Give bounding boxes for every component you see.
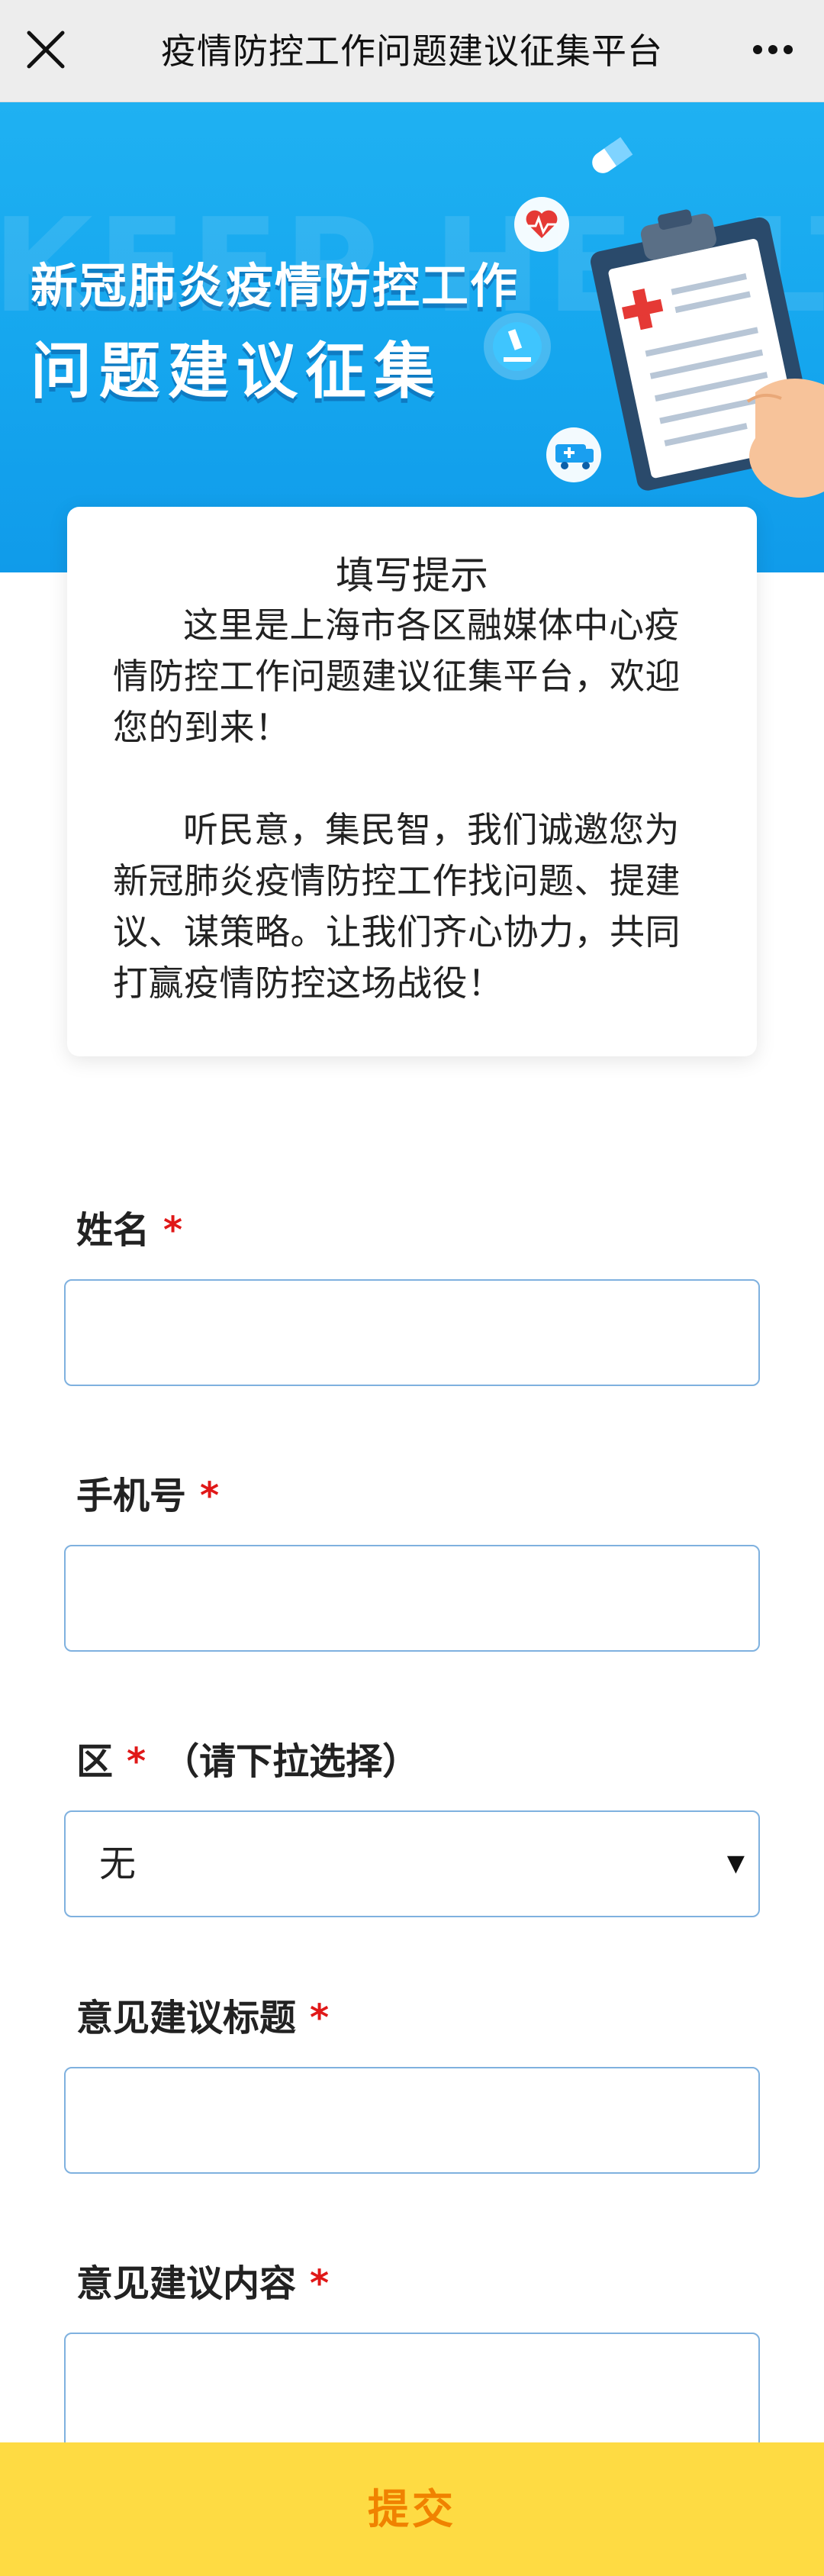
district-hint: （请下拉选择）	[163, 1740, 420, 1783]
dropdown-caret-icon: ▼	[726, 1850, 745, 1877]
page-title: 疫情防控工作问题建议征集平台	[161, 31, 663, 72]
clipboard-illustration	[484, 137, 824, 498]
pill-icon	[592, 137, 633, 173]
submit-button[interactable]: 提交	[0, 2442, 824, 2576]
required-mark: *	[163, 1209, 183, 1252]
tip-paragraph-1: 这里是上海市各区融媒体中心疫情防控工作问题建议征集平台，欢迎您的到来！	[113, 605, 681, 748]
more-dots-icon[interactable]	[739, 21, 807, 79]
tip-title: 填写提示	[336, 553, 488, 598]
phone-field[interactable]	[64, 1545, 760, 1652]
banner-heading-line1: 新冠肺炎疫情防控工作	[31, 258, 520, 314]
required-mark: *	[310, 1997, 330, 2039]
district-selected-value: 无	[99, 1843, 137, 1885]
suggestion-title-label: 意见建议标题 *	[76, 1997, 330, 2039]
top-navbar: 疫情防控工作问题建议征集平台	[0, 0, 824, 102]
banner-heading-line2: 问题建议征集	[31, 336, 443, 407]
district-select[interactable]: 无 ▼	[64, 1810, 760, 1917]
ambulance-icon	[546, 427, 601, 482]
phone-label: 手机号 *	[76, 1475, 220, 1517]
tip-paragraph-2: 听民意，集民智，我们诚邀您为新冠肺炎疫情防控工作找问题、提建议、谋策略。让我们齐…	[113, 809, 681, 1004]
required-mark: *	[200, 1475, 220, 1517]
header-banner: KEEP HEALTHY 新冠肺炎疫情防控工作 问题建议征集	[0, 102, 824, 572]
submit-label: 提交	[368, 2485, 456, 2533]
close-icon[interactable]	[17, 21, 75, 79]
heart-icon	[514, 197, 569, 252]
required-mark: *	[127, 1740, 146, 1783]
name-field[interactable]	[64, 1279, 760, 1386]
district-label: 区 * （请下拉选择）	[76, 1740, 420, 1783]
name-label: 姓名 *	[76, 1209, 183, 1252]
suggestion-title-field[interactable]	[64, 2067, 760, 2174]
suggestion-content-label: 意见建议内容 *	[76, 2262, 330, 2305]
microscope-icon	[484, 313, 551, 380]
required-mark: *	[310, 2262, 330, 2305]
tip-card: 填写提示 这里是上海市各区融媒体中心疫情防控工作问题建议征集平台，欢迎您的到来！…	[67, 507, 757, 1056]
